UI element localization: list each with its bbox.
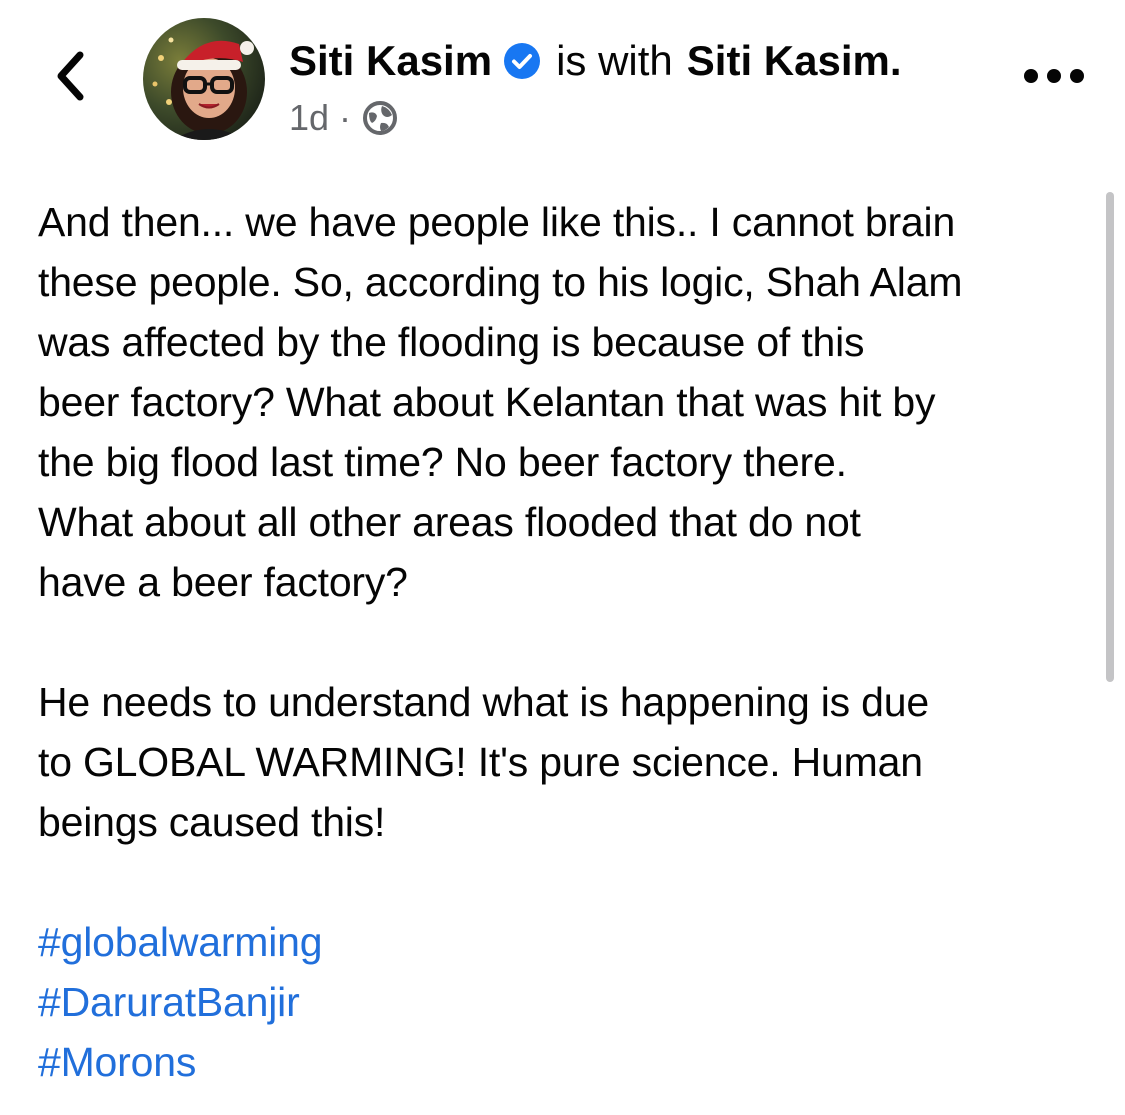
post-header: Siti Kasim is with Siti Kasim. 1d · [0, 0, 1125, 160]
post-paragraph: He needs to understand what is happening… [38, 672, 1098, 852]
avatar[interactable] [143, 18, 265, 140]
hashtag-link[interactable]: #DaruratBanjir [38, 972, 1098, 1032]
verified-badge-icon [504, 43, 541, 79]
tagged-name[interactable]: Siti Kasim. [687, 36, 902, 86]
post-text-line: to GLOBAL WARMING! It's pure science. Hu… [38, 739, 923, 785]
post-text-line: What about all other areas flooded that … [38, 499, 861, 545]
author-line: Siti Kasim is with Siti Kasim. [289, 36, 902, 86]
scrollbar[interactable] [1106, 192, 1114, 682]
chevron-left-icon [57, 51, 84, 101]
post-text-line: the big flood last time? No beer factory… [38, 439, 847, 485]
post-text-line: He needs to understand what is happening… [38, 679, 929, 725]
more-options-icon[interactable] [1024, 58, 1084, 94]
more-dot [1024, 69, 1038, 83]
hashtag-list: #globalwarming #DaruratBanjir #Morons [38, 912, 1098, 1092]
timestamp[interactable]: 1d [289, 96, 329, 140]
post-text-line: beer factory? What about Kelantan that w… [38, 379, 936, 425]
post-body: And then... we have people like this.. I… [38, 192, 1098, 1092]
author-name[interactable]: Siti Kasim [289, 36, 492, 86]
post-meta: 1d · [289, 96, 399, 140]
globe-icon [361, 99, 399, 137]
post-text-line: these people. So, according to his logic… [38, 259, 963, 305]
hashtag-link[interactable]: #Morons [38, 1032, 1098, 1092]
meta-separator: · [339, 97, 352, 138]
post-text-line: have a beer factory? [38, 559, 408, 605]
post-paragraph: And then... we have people like this.. I… [38, 192, 1098, 612]
more-dot [1047, 69, 1061, 83]
post-text-line: And then... we have people like this.. I… [38, 199, 956, 245]
post-text-line: was affected by the flooding is because … [38, 319, 865, 365]
more-dot [1070, 69, 1084, 83]
with-text: is with [556, 37, 673, 84]
post-text-line: beings caused this! [38, 799, 386, 845]
hashtag-link[interactable]: #globalwarming [38, 912, 1098, 972]
back-button[interactable] [46, 44, 94, 108]
